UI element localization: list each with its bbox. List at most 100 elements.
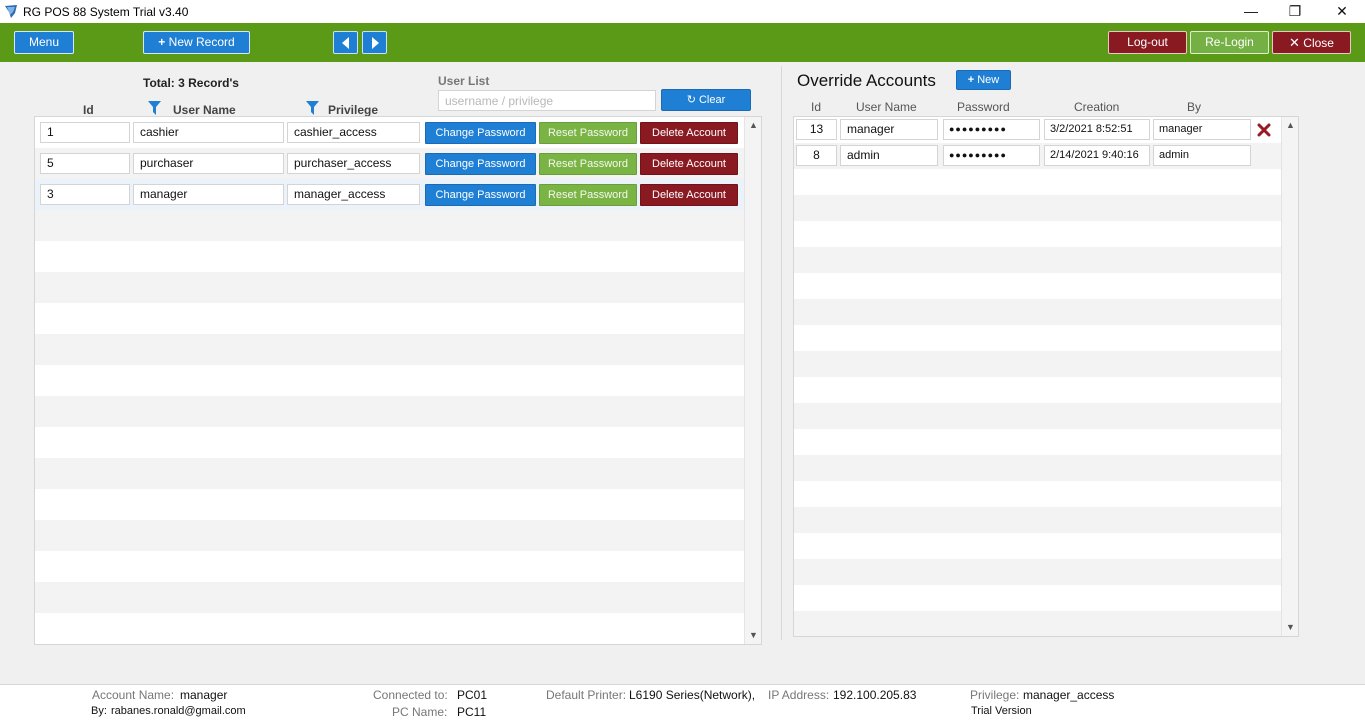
menu-button[interactable]: Menu bbox=[14, 31, 74, 54]
default-printer-value: L6190 Series(Network), bbox=[629, 688, 756, 702]
override-header-username: User Name bbox=[856, 100, 917, 114]
username-cell[interactable]: cashier bbox=[133, 122, 284, 143]
override-id-cell[interactable]: 8 bbox=[796, 145, 837, 166]
account-name-label: Account Name: bbox=[92, 688, 175, 702]
new-record-label: New Record bbox=[168, 35, 235, 49]
by-value: rabanes.ronald@gmail.com bbox=[111, 705, 246, 717]
window-close-button[interactable]: ✕ bbox=[1319, 0, 1365, 23]
pc-name-value: PC11 bbox=[457, 705, 487, 719]
relogin-label: Re-Login bbox=[1205, 35, 1254, 49]
column-header-id: Id bbox=[83, 103, 94, 117]
override-creation-cell[interactable]: 2/14/2021 9:40:16 bbox=[1044, 145, 1150, 166]
override-creation-cell[interactable]: 3/2/2021 8:52:51 bbox=[1044, 119, 1150, 140]
app-logo-icon bbox=[5, 5, 17, 18]
menu-button-label: Menu bbox=[28, 35, 60, 49]
override-id-cell[interactable]: 13 bbox=[796, 119, 837, 140]
clear-label: Clear bbox=[698, 94, 726, 106]
new-label: New bbox=[977, 74, 1000, 86]
ip-address-label: IP Address: bbox=[768, 688, 830, 702]
next-button[interactable] bbox=[362, 31, 387, 54]
override-header-creation: Creation bbox=[1074, 100, 1120, 114]
window-title: RG POS 88 System Trial v3.40 bbox=[23, 5, 189, 19]
user-id-cell[interactable]: 3 bbox=[40, 184, 130, 205]
username-cell[interactable]: purchaser bbox=[133, 153, 284, 174]
user-search-input[interactable] bbox=[438, 90, 656, 111]
column-header-privilege: Privilege bbox=[328, 103, 379, 117]
override-password-cell[interactable]: ●●●●●●●●● bbox=[943, 119, 1040, 140]
table-row[interactable]: 13 manager ●●●●●●●●● 3/2/2021 8:52:51 ma… bbox=[794, 117, 1282, 143]
user-list-label: User List bbox=[438, 74, 490, 88]
version-label: Trial Version bbox=[971, 705, 1032, 717]
user-id-cell[interactable]: 5 bbox=[40, 153, 130, 174]
override-accounts-grid: 13 manager ●●●●●●●●● 3/2/2021 8:52:51 ma… bbox=[793, 116, 1299, 637]
delete-account-button[interactable]: Delete Account bbox=[640, 122, 738, 144]
new-override-button[interactable]: + New bbox=[956, 70, 1011, 90]
reset-password-button[interactable]: Reset Password bbox=[539, 122, 637, 144]
filter-icon[interactable] bbox=[148, 101, 161, 115]
privilege-cell[interactable]: manager_access bbox=[287, 184, 420, 205]
scroll-down-icon[interactable]: ▼ bbox=[745, 627, 761, 644]
override-by-cell[interactable]: manager bbox=[1153, 119, 1251, 140]
change-password-button[interactable]: Change Password bbox=[425, 122, 536, 144]
override-username-cell[interactable]: admin bbox=[840, 145, 938, 166]
reset-password-button[interactable]: Reset Password bbox=[539, 184, 637, 206]
privilege-cell[interactable]: purchaser_access bbox=[287, 153, 420, 174]
override-username-cell[interactable]: manager bbox=[840, 119, 938, 140]
override-header-password: Password bbox=[957, 100, 1010, 114]
filter-icon[interactable] bbox=[306, 101, 319, 115]
by-label: By: bbox=[91, 705, 107, 717]
arrow-right-icon bbox=[372, 37, 379, 49]
user-list-grid: 1 cashier cashier_access Change Password… bbox=[34, 116, 762, 645]
delete-account-button[interactable]: Delete Account bbox=[640, 184, 738, 206]
vertical-scrollbar[interactable]: ▲ ▼ bbox=[744, 117, 761, 644]
scroll-down-icon[interactable]: ▼ bbox=[1282, 619, 1298, 636]
close-x-icon: ✕ bbox=[1289, 35, 1300, 50]
privilege-label: Privilege: bbox=[970, 688, 1020, 702]
username-cell[interactable]: manager bbox=[133, 184, 284, 205]
change-password-button[interactable]: Change Password bbox=[425, 153, 536, 175]
scroll-up-icon[interactable]: ▲ bbox=[745, 117, 761, 134]
override-password-cell[interactable]: ●●●●●●●●● bbox=[943, 145, 1040, 166]
connected-to-value: PC01 bbox=[457, 688, 488, 702]
override-by-cell[interactable]: admin bbox=[1153, 145, 1251, 166]
previous-button[interactable] bbox=[333, 31, 358, 54]
toolbar: Menu + New Record Log-out Re-Login ✕ Clo… bbox=[0, 23, 1365, 62]
status-bar: Account Name: manager By: rabanes.ronald… bbox=[0, 684, 1365, 723]
minimize-button[interactable]: — bbox=[1228, 0, 1274, 23]
default-printer-label: Default Printer: bbox=[546, 688, 627, 702]
connected-to-label: Connected to: bbox=[373, 688, 448, 702]
delete-x-icon[interactable] bbox=[1257, 123, 1271, 137]
arrow-left-icon bbox=[342, 37, 349, 49]
user-id-cell[interactable]: 1 bbox=[40, 122, 130, 143]
account-name-value: manager bbox=[180, 688, 228, 702]
override-accounts-title: Override Accounts bbox=[797, 71, 936, 90]
table-row[interactable]: 1 cashier cashier_access Change Password… bbox=[35, 117, 745, 148]
override-header-id: Id bbox=[811, 100, 822, 114]
clear-button[interactable]: ↻ Clear bbox=[661, 89, 751, 111]
override-header-by: By bbox=[1187, 100, 1202, 114]
ip-address-value: 192.100.205.83 bbox=[833, 688, 917, 702]
total-records: Total: 3 Record's bbox=[143, 76, 239, 90]
relogin-button[interactable]: Re-Login bbox=[1190, 31, 1269, 54]
logout-button[interactable]: Log-out bbox=[1108, 31, 1187, 54]
vertical-scrollbar[interactable]: ▲ ▼ bbox=[1281, 117, 1298, 636]
privilege-cell[interactable]: cashier_access bbox=[287, 122, 420, 143]
title-bar: RG POS 88 System Trial v3.40 — ❐ ✕ bbox=[0, 0, 1365, 23]
pc-name-label: PC Name: bbox=[392, 705, 448, 719]
table-row[interactable]: 3 manager manager_access Change Password… bbox=[35, 179, 745, 210]
column-header-username: User Name bbox=[173, 103, 236, 117]
scroll-up-icon[interactable]: ▲ bbox=[1282, 117, 1298, 134]
maximize-button[interactable]: ❐ bbox=[1272, 0, 1318, 23]
plus-icon: + bbox=[967, 74, 975, 86]
privilege-value: manager_access bbox=[1023, 688, 1115, 702]
table-row[interactable]: 8 admin ●●●●●●●●● 2/14/2021 9:40:16 admi… bbox=[794, 143, 1282, 169]
new-record-button[interactable]: + New Record bbox=[143, 31, 250, 54]
plus-icon: + bbox=[158, 35, 166, 49]
panel-divider bbox=[781, 66, 782, 640]
close-button[interactable]: ✕ Close bbox=[1272, 31, 1351, 54]
reset-password-button[interactable]: Reset Password bbox=[539, 153, 637, 175]
change-password-button[interactable]: Change Password bbox=[425, 184, 536, 206]
table-row[interactable]: 5 purchaser purchaser_access Change Pass… bbox=[35, 148, 745, 179]
close-label: Close bbox=[1303, 36, 1334, 50]
delete-account-button[interactable]: Delete Account bbox=[640, 153, 738, 175]
